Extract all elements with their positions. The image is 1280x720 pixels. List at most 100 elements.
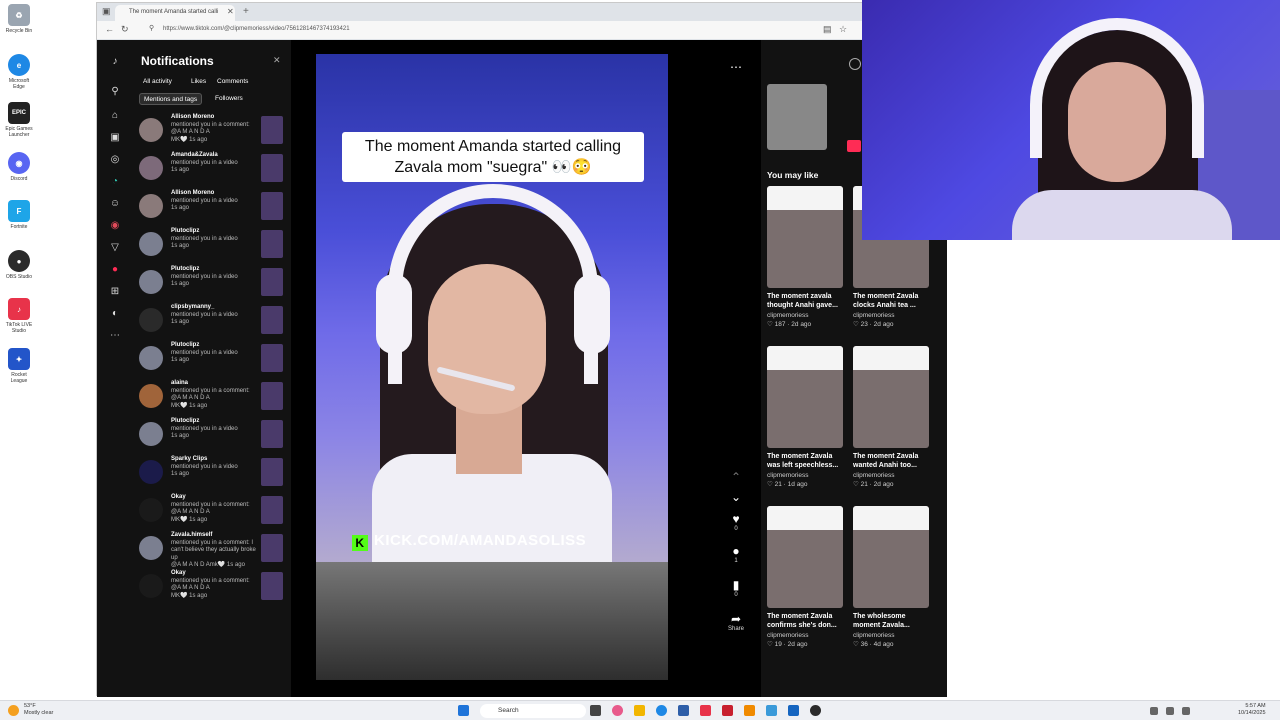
notification-thumbnail[interactable] bbox=[261, 496, 283, 524]
filter-all-activity[interactable]: All activity bbox=[139, 76, 176, 88]
friends-icon[interactable]: ☺ bbox=[109, 198, 121, 210]
avatar[interactable] bbox=[139, 536, 163, 560]
avatar[interactable] bbox=[139, 308, 163, 332]
previous-video-icon[interactable]: ⌃ bbox=[721, 470, 751, 484]
card-thumbnail[interactable] bbox=[853, 506, 929, 608]
notification-item[interactable]: Sparky Clips mentioned you in a video 1s a… bbox=[139, 454, 287, 490]
antivirus-icon[interactable] bbox=[722, 705, 733, 716]
more-icon[interactable]: ⋯ bbox=[109, 330, 121, 342]
home-icon[interactable]: ⌂ bbox=[109, 110, 121, 122]
save-button[interactable]: ▮ 0 bbox=[721, 578, 751, 598]
notification-thumbnail[interactable] bbox=[261, 572, 283, 600]
card-title[interactable]: The moment zavala thought Anahi gave... bbox=[767, 292, 847, 310]
notification-thumbnail[interactable] bbox=[261, 382, 283, 410]
tiktok-logo-icon[interactable]: ♪ bbox=[109, 56, 121, 68]
recommendation-card[interactable]: The moment Zavala confirms she's don... c… bbox=[767, 506, 847, 656]
weather-widget[interactable]: 53°F Mostly clear bbox=[24, 703, 53, 717]
refresh-icon[interactable]: ↻ bbox=[121, 24, 129, 35]
notification-author[interactable]: clipsbymanny_ bbox=[171, 304, 214, 310]
recommendation-card[interactable]: The wholesome moment Zavala... clipmemori… bbox=[853, 506, 933, 656]
tab-actions-icon[interactable]: ▣ bbox=[102, 6, 111, 17]
search-icon[interactable]: ⚲ bbox=[109, 86, 121, 98]
notification-thumbnail[interactable] bbox=[261, 268, 283, 296]
obs-taskbar-icon[interactable] bbox=[810, 705, 821, 716]
clock[interactable]: 5:57 AM 10/14/2025 bbox=[1238, 703, 1266, 717]
edge-desktop-icon[interactable]: e Microsoft Edge bbox=[3, 54, 35, 90]
url-field[interactable]: https://www.tiktok.com/@clipmemoriess/vi… bbox=[163, 24, 863, 36]
task-view-icon[interactable] bbox=[590, 705, 601, 716]
notification-item[interactable]: alaina mentioned you in a comment: @A M A… bbox=[139, 378, 287, 414]
notification-thumbnail[interactable] bbox=[261, 230, 283, 258]
profile-icon[interactable]: ◐ bbox=[109, 308, 121, 320]
notification-item[interactable]: Okay mentioned you in a comment: @A M A N… bbox=[139, 492, 287, 528]
notification-item[interactable]: Allison Moreno mentioned you in a video 1s… bbox=[139, 188, 287, 224]
avatar[interactable] bbox=[139, 118, 163, 142]
card-author[interactable]: clipmemoriess bbox=[767, 312, 847, 319]
card-thumbnail[interactable] bbox=[767, 186, 843, 288]
recommendation-card[interactable]: The moment zavala thought Anahi gave... c… bbox=[767, 186, 847, 336]
notification-author[interactable]: Plutoclipz bbox=[171, 418, 199, 424]
notification-item[interactable]: Okay mentioned you in a comment: @A M A N… bbox=[139, 568, 287, 604]
notification-thumbnail[interactable] bbox=[261, 420, 283, 448]
avatar[interactable] bbox=[139, 346, 163, 370]
notification-author[interactable]: Plutoclipz bbox=[171, 342, 199, 348]
notification-item[interactable]: Allison Moreno mentioned you in a comment… bbox=[139, 112, 287, 148]
notification-author[interactable]: Sparky Clips bbox=[171, 456, 207, 462]
obs-desktop-icon[interactable]: ● OBS Studio bbox=[3, 250, 35, 280]
fortnite-desktop-icon[interactable]: F Fortnite bbox=[3, 200, 35, 230]
notification-thumbnail[interactable] bbox=[261, 534, 283, 562]
upload-icon[interactable]: ⊞ bbox=[109, 286, 121, 298]
sponsored-thumbnail[interactable] bbox=[767, 84, 827, 150]
store-icon[interactable] bbox=[678, 705, 689, 716]
new-tab-icon[interactable]: + bbox=[243, 6, 249, 17]
card-title[interactable]: The moment Zavala wanted Anahi too... bbox=[853, 452, 933, 470]
like-button[interactable]: ♥ 0 bbox=[721, 512, 751, 532]
notification-item[interactable]: Plutoclipz mentioned you in a video 1s ago bbox=[139, 226, 287, 262]
recycle-bin-desktop-icon[interactable]: ♻ Recycle Bin bbox=[3, 4, 35, 34]
explore-icon[interactable]: ◎ bbox=[109, 154, 121, 166]
favorite-star-icon[interactable]: ☆ bbox=[839, 24, 847, 35]
card-title[interactable]: The moment Zavala confirms she's don... bbox=[767, 612, 847, 630]
avatar[interactable] bbox=[139, 422, 163, 446]
browser-tab[interactable]: The moment Amanda started calli bbox=[115, 5, 235, 21]
activity-icon[interactable]: ● bbox=[109, 264, 121, 276]
sponsored-cta-button[interactable] bbox=[847, 140, 861, 152]
notification-author[interactable]: Allison Moreno bbox=[171, 114, 214, 120]
notification-thumbnail[interactable] bbox=[261, 458, 283, 486]
battery-icon[interactable] bbox=[1182, 707, 1190, 715]
notification-item[interactable]: clipsbymanny_ mentioned you in a video 1s … bbox=[139, 302, 287, 338]
edge-taskbar-icon[interactable] bbox=[656, 705, 667, 716]
notification-thumbnail[interactable] bbox=[261, 116, 283, 144]
live-icon[interactable]: ◉ bbox=[109, 220, 121, 232]
avatar[interactable] bbox=[139, 156, 163, 180]
notification-thumbnail[interactable] bbox=[261, 192, 283, 220]
card-thumbnail[interactable] bbox=[767, 346, 843, 448]
close-icon[interactable]: ✕ bbox=[273, 55, 281, 66]
notification-item[interactable]: Amanda&Zavala mentioned you in a video 1s … bbox=[139, 150, 287, 186]
volume-icon[interactable] bbox=[1166, 707, 1174, 715]
taskbar-search[interactable]: Search bbox=[480, 704, 586, 718]
notification-author[interactable]: Amanda&Zavala bbox=[171, 152, 218, 158]
card-author[interactable]: clipmemoriess bbox=[767, 472, 847, 479]
copilot-icon[interactable] bbox=[612, 705, 623, 716]
avatar[interactable] bbox=[139, 194, 163, 218]
shop-icon[interactable]: ▣ bbox=[109, 132, 121, 144]
notification-author[interactable]: Plutoclipz bbox=[171, 228, 199, 234]
share-button[interactable]: ➦ Share bbox=[721, 612, 751, 632]
app-taskbar-icon[interactable] bbox=[744, 705, 755, 716]
steam-icon[interactable] bbox=[766, 705, 777, 716]
back-icon[interactable]: ← bbox=[105, 24, 114, 34]
messages-icon[interactable]: ▽ bbox=[109, 242, 121, 254]
avatar[interactable] bbox=[139, 384, 163, 408]
notification-thumbnail[interactable] bbox=[261, 306, 283, 334]
card-author[interactable]: clipmemoriess bbox=[853, 632, 933, 639]
recommendation-card[interactable]: The moment Zavala was left speechless...… bbox=[767, 346, 847, 496]
card-title[interactable]: The moment Zavala clocks Anahi tea ... bbox=[853, 292, 933, 310]
notification-author[interactable]: Okay bbox=[171, 494, 186, 500]
tab-close-icon[interactable]: ✕ bbox=[227, 7, 234, 16]
tiktok-live-studio-desktop-icon[interactable]: ♪ TikTok LIVE Studio bbox=[3, 298, 35, 334]
notification-item[interactable]: Plutoclipz mentioned you in a video 1s ago bbox=[139, 264, 287, 300]
notification-author[interactable]: Plutoclipz bbox=[171, 266, 199, 272]
filter-mentions-and-tags[interactable]: Mentions and tags bbox=[139, 93, 203, 105]
settings-icon[interactable] bbox=[849, 58, 861, 70]
